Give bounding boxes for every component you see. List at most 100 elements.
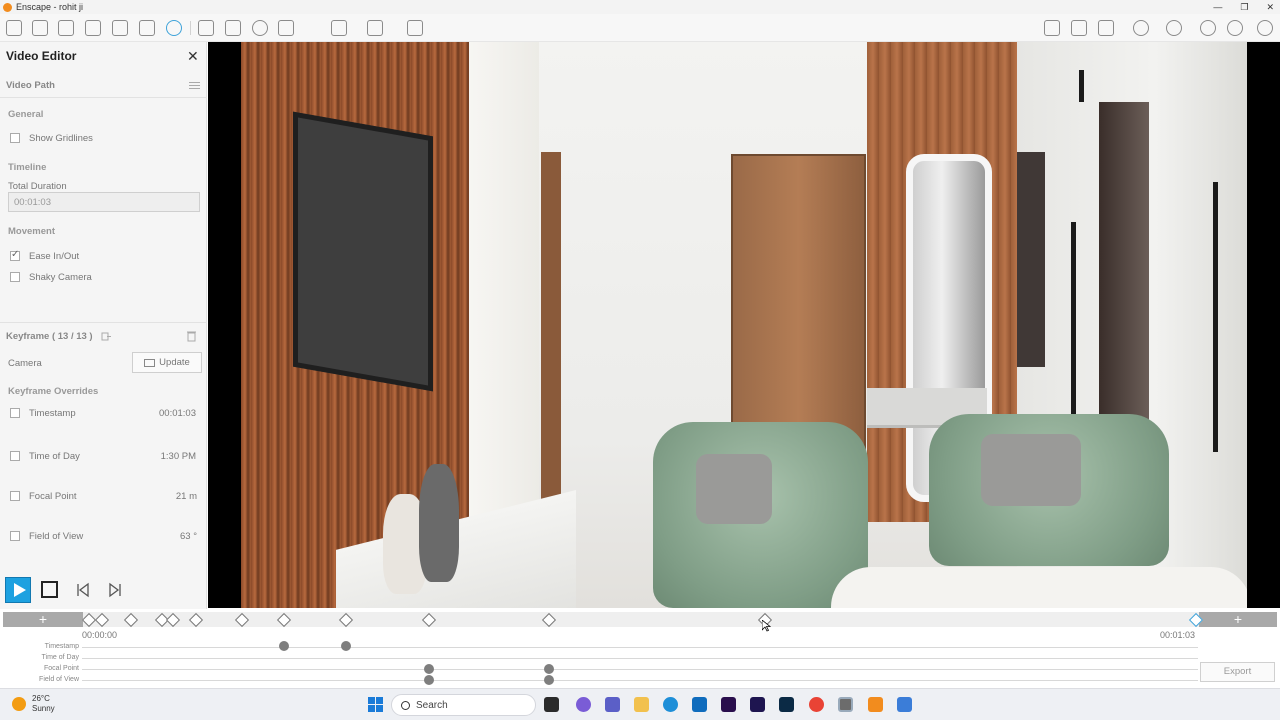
- edge-icon[interactable]: [663, 697, 678, 712]
- render-viewport[interactable]: [208, 42, 1280, 608]
- photoshop-icon[interactable]: [779, 697, 794, 712]
- field-of-view-override-label: Field of View: [29, 531, 84, 542]
- focal-point-override-dot[interactable]: [544, 664, 554, 674]
- ease-label: Ease In/Out: [29, 251, 80, 262]
- help-icon[interactable]: [1257, 20, 1273, 36]
- focal-point-override-checkbox[interactable]: [10, 491, 20, 501]
- vr-headset-icon[interactable]: [1166, 20, 1182, 36]
- gallery-icon[interactable]: [1071, 20, 1087, 36]
- video-editor-icon[interactable]: [166, 20, 182, 36]
- trash-icon[interactable]: [186, 330, 197, 342]
- marble-wall: [469, 42, 539, 522]
- wardrobe-glass: [1099, 102, 1149, 442]
- timestamp-override-checkbox[interactable]: [10, 408, 20, 418]
- keyframe-marker[interactable]: [234, 612, 250, 628]
- focal-point-track: [82, 669, 1198, 670]
- store-icon[interactable]: [692, 697, 707, 712]
- enscape-taskbar-icon[interactable]: [838, 697, 853, 712]
- keyframe-marker[interactable]: [276, 612, 292, 628]
- keyframe-overrides-heading: Keyframe Overrides: [8, 386, 99, 397]
- divider: [0, 322, 207, 323]
- keyframe-marker[interactable]: [338, 612, 354, 628]
- toolbar: [0, 14, 1280, 54]
- capture-icon[interactable]: [225, 20, 241, 36]
- sync-icon[interactable]: [198, 20, 214, 36]
- building-icon[interactable]: [139, 20, 155, 36]
- keyframe-marker[interactable]: [421, 612, 437, 628]
- field-of-view-override-value: 63 °: [179, 531, 197, 542]
- goto-keyframe-icon[interactable]: [101, 331, 112, 342]
- assets-icon[interactable]: [32, 20, 48, 36]
- windows-start-icon[interactable]: [368, 697, 383, 712]
- premiere-icon[interactable]: [721, 697, 736, 712]
- timeline-heading: Timeline: [8, 162, 47, 173]
- file-explorer-icon[interactable]: [634, 697, 649, 712]
- previous-keyframe-icon[interactable]: [75, 582, 91, 598]
- timestamp-override-dot[interactable]: [279, 641, 289, 651]
- eye-icon[interactable]: [1200, 20, 1216, 36]
- minimize-icon[interactable]: —: [1213, 0, 1222, 14]
- material-icon[interactable]: [1044, 20, 1060, 36]
- cube-icon[interactable]: [1098, 20, 1114, 36]
- keyframe-marker[interactable]: [94, 612, 110, 628]
- video-editor-panel: Video Editor ✕ Video Path General Show G…: [0, 42, 207, 609]
- after-effects-icon[interactable]: [750, 697, 765, 712]
- keyframe-marker[interactable]: [165, 612, 181, 628]
- add-keyframe-start-button[interactable]: +: [3, 612, 83, 627]
- teams-icon[interactable]: [605, 697, 620, 712]
- movement-heading: Movement: [8, 226, 55, 237]
- field-of-view-override-checkbox[interactable]: [10, 531, 20, 541]
- show-gridlines-checkbox[interactable]: [10, 133, 20, 143]
- update-camera-button[interactable]: Update: [132, 352, 202, 373]
- close-panel-icon[interactable]: ✕: [187, 48, 199, 65]
- list-icon[interactable]: [58, 20, 74, 36]
- stop-button[interactable]: [41, 581, 58, 598]
- export-file-icon[interactable]: [367, 20, 383, 36]
- total-duration-field[interactable]: 00:01:03: [8, 192, 200, 212]
- screenshot-icon[interactable]: [85, 20, 101, 36]
- keyframe-marker[interactable]: [541, 612, 557, 628]
- image-icon[interactable]: [278, 20, 294, 36]
- next-keyframe-icon[interactable]: [107, 582, 123, 598]
- menu-icon[interactable]: [189, 82, 200, 89]
- upload-icon[interactable]: [407, 20, 423, 36]
- asset-library-icon[interactable]: [1133, 20, 1149, 36]
- task-view-icon[interactable]: [544, 697, 559, 712]
- track-label-focal-point: Focal Point: [43, 665, 79, 672]
- vase: [419, 464, 459, 582]
- keyframe-marker[interactable]: [123, 612, 139, 628]
- focal-point-override-dot[interactable]: [424, 664, 434, 674]
- timestamp-override-dot[interactable]: [341, 641, 351, 651]
- add-keyframe-end-button[interactable]: +: [1199, 612, 1277, 627]
- ease-checkbox[interactable]: [10, 249, 20, 261]
- vlc-icon[interactable]: [868, 697, 883, 712]
- weather-condition: Sunny: [32, 704, 55, 713]
- keyframe-bar[interactable]: + +: [3, 612, 1277, 628]
- keyframe-marker[interactable]: [188, 612, 204, 628]
- field-of-view-override-dot[interactable]: [544, 675, 554, 685]
- time-of-day-override-checkbox[interactable]: [10, 451, 20, 461]
- close-window-icon[interactable]: ✕: [1266, 0, 1274, 14]
- batch-render-icon[interactable]: [331, 20, 347, 36]
- focal-point-override-label: Focal Point: [29, 491, 77, 502]
- chrome-icon[interactable]: [809, 697, 824, 712]
- settings-icon[interactable]: [1227, 20, 1243, 36]
- play-button[interactable]: [5, 577, 31, 603]
- snipping-tool-icon[interactable]: [897, 697, 912, 712]
- taskbar-search[interactable]: Search: [391, 694, 536, 716]
- window-title: Enscape - rohit ji: [16, 2, 84, 12]
- show-gridlines-label: Show Gridlines: [29, 133, 93, 144]
- shaky-camera-checkbox[interactable]: [10, 272, 20, 282]
- restore-icon[interactable]: ❐: [1240, 0, 1248, 14]
- shield-icon[interactable]: [112, 20, 128, 36]
- weather-widget[interactable]: 26°C Sunny: [12, 694, 55, 714]
- export-button[interactable]: Export: [1200, 662, 1275, 682]
- field-of-view-override-dot[interactable]: [424, 675, 434, 685]
- copilot-icon[interactable]: [576, 697, 591, 712]
- divider: [0, 97, 207, 98]
- mouse-cursor-icon: [762, 620, 771, 632]
- home-icon[interactable]: [6, 20, 22, 36]
- timeline-start-time: 00:00:00: [82, 630, 118, 640]
- panorama-icon[interactable]: [252, 20, 268, 36]
- title-bar: Enscape - rohit ji — ❐ ✕: [0, 0, 1280, 14]
